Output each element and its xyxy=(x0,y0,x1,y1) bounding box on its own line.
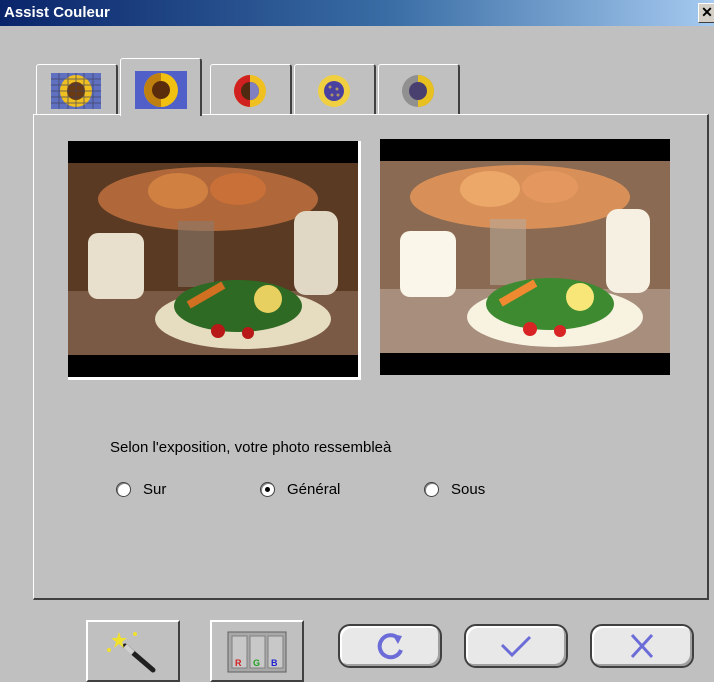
tab-exposure[interactable] xyxy=(120,58,202,116)
sunflower-saturation-icon xyxy=(309,73,359,109)
option-sur[interactable]: Sur xyxy=(116,481,166,498)
sunflower-exposure-icon xyxy=(135,71,187,109)
title-bar: Assist Couleur ✕ xyxy=(0,0,714,26)
exposure-prompt: Selon l'exposition, votre photo ressembl… xyxy=(110,439,392,456)
reset-button[interactable] xyxy=(338,624,442,668)
magic-wand-icon xyxy=(107,632,156,673)
radio-sur[interactable] xyxy=(116,482,131,497)
option-sous-label: Sous xyxy=(451,481,486,498)
option-sur-label: Sur xyxy=(143,481,167,498)
tab-color-balance[interactable] xyxy=(210,64,292,114)
tab-saturation[interactable] xyxy=(294,64,376,114)
cancel-button[interactable] xyxy=(590,624,694,668)
radio-general[interactable] xyxy=(260,482,275,497)
check-icon xyxy=(500,635,532,658)
tab-grayscale[interactable] xyxy=(378,64,460,114)
close-icon: ✕ xyxy=(701,4,713,20)
sunflower-gray-icon xyxy=(393,73,443,109)
radio-sous[interactable] xyxy=(424,482,439,497)
sunflower-halves-icon xyxy=(225,73,275,109)
preview-photo xyxy=(380,139,670,375)
sunflower-grid-icon xyxy=(51,73,101,109)
tab-panel: Selon l'exposition, votre photo ressembl… xyxy=(33,114,709,600)
reset-icon xyxy=(377,633,403,660)
ok-button[interactable] xyxy=(464,624,568,668)
rgb-letter-b: B xyxy=(271,658,278,668)
option-general-label: Général xyxy=(287,481,341,498)
original-photo xyxy=(68,141,361,380)
option-general[interactable]: Général xyxy=(260,481,340,498)
rgb-letter-r: R xyxy=(235,658,242,668)
option-sous[interactable]: Sous xyxy=(424,481,485,498)
rgb-icon: R G B xyxy=(227,631,287,673)
rgb-letter-g: G xyxy=(253,658,260,668)
tab-color-grid[interactable] xyxy=(36,64,118,114)
close-button[interactable]: ✕ xyxy=(698,3,714,23)
x-icon xyxy=(630,633,654,659)
window-title: Assist Couleur xyxy=(4,4,110,21)
auto-fix-button[interactable] xyxy=(86,620,180,682)
rgb-adjust-button[interactable]: R G B xyxy=(210,620,304,682)
